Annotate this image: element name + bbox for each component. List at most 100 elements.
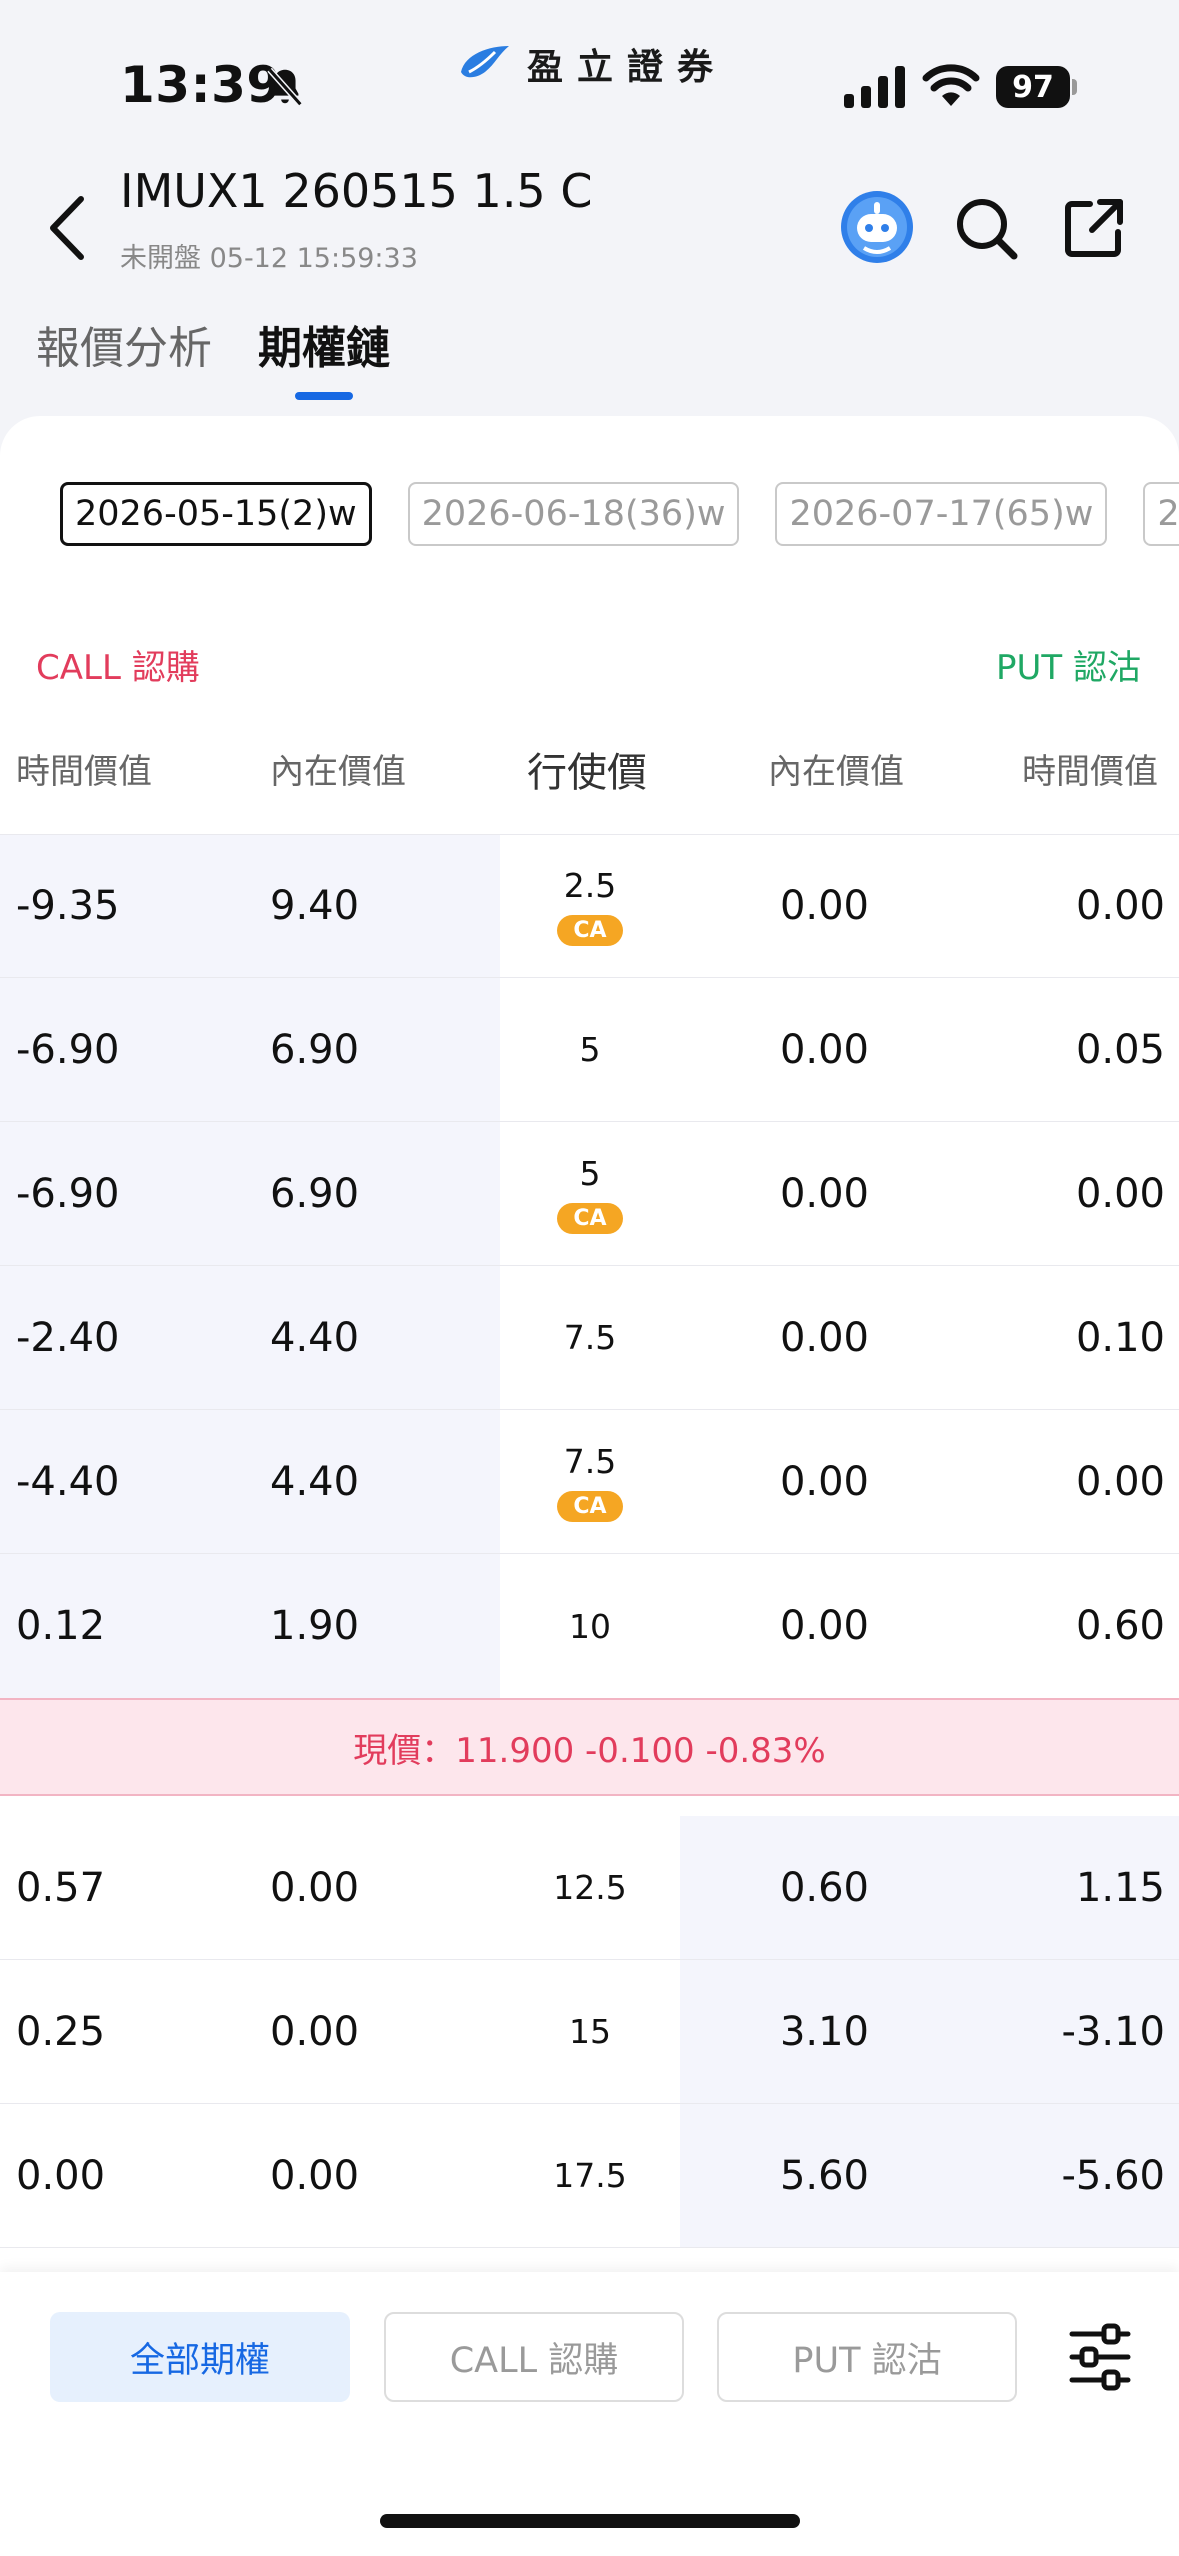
- strike-price: 17.5: [553, 2156, 627, 2195]
- call-intrinsic-value: 0.00: [270, 2008, 360, 2055]
- call-intrinsic-value: 6.90: [270, 1170, 360, 1217]
- chevron-left-icon: [50, 196, 84, 260]
- strike-price: 2.5: [563, 866, 617, 905]
- call-intrinsic-value: 4.40: [270, 1314, 360, 1361]
- table-row[interactable]: 0.57 0.00 12.5 0.60 1.15: [0, 1816, 1179, 1960]
- expiry-chip[interactable]: 2026-05-15(2)w: [60, 482, 372, 546]
- call-time-value: -9.35: [16, 883, 120, 929]
- filter-settings-icon[interactable]: [1068, 2322, 1132, 2392]
- back-button[interactable]: [36, 186, 98, 270]
- call-time-value: -6.90: [16, 1026, 120, 1073]
- tab-quote-analysis[interactable]: 報價分析: [36, 312, 212, 400]
- tab-option-chain[interactable]: 期權鏈: [258, 312, 390, 400]
- strike-price: 15: [569, 2012, 611, 2051]
- table-row[interactable]: -9.35 9.40 2.5 CA 0.00 0.00: [0, 834, 1179, 978]
- ca-badge: CA: [557, 1202, 623, 1234]
- muted-bell-icon: [267, 67, 303, 107]
- table-row[interactable]: 0.12 1.90 10 0.00 0.60: [0, 1554, 1179, 1698]
- strike-cell: 5 CA: [500, 1122, 680, 1265]
- status-bar: 13:39 盈立證券 97: [0, 0, 1179, 150]
- table-row[interactable]: -6.90 6.90 5 0.00 0.05: [0, 978, 1179, 1122]
- brand-name: 盈立證券: [527, 47, 728, 88]
- put-time-value: 0.60: [1075, 1603, 1165, 1649]
- put-time-value: 1.15: [1075, 1864, 1165, 1911]
- strike-cell: 10: [500, 1554, 680, 1698]
- call-time-value: 0.12: [16, 1603, 106, 1649]
- put-time-value: -3.10: [1061, 2008, 1166, 2055]
- call-intrinsic-value: 6.90: [270, 1026, 360, 1073]
- put-intrinsic-value: 5.60: [779, 2152, 869, 2199]
- share-icon[interactable]: [1062, 196, 1126, 260]
- call-side-label: CALL 認購: [36, 648, 200, 688]
- search-icon[interactable]: [952, 194, 1020, 262]
- put-time-value: 0.00: [1075, 1170, 1165, 1217]
- wifi-icon: [922, 64, 980, 106]
- expiry-date-selector: 2026-05-15(2)w 2026-06-18(36)w 2026-07-1…: [60, 482, 1179, 546]
- market-status: 未開盤 05-12 15:59:33: [120, 243, 418, 274]
- page-title: IMUX1 260515 1.5 C: [120, 164, 593, 218]
- option-chain-table: -9.35 9.40 2.5 CA 0.00 0.00 -6.90 6.90 5…: [0, 834, 1179, 2248]
- strike-cell: 17.5: [500, 2104, 680, 2247]
- put-time-value: 0.05: [1075, 1026, 1165, 1073]
- strike-price: 10: [569, 1606, 611, 1646]
- put-side-label: PUT 認沽: [996, 648, 1141, 688]
- battery-icon: 97: [996, 66, 1077, 108]
- col-header-strike: 行使價: [527, 750, 647, 796]
- put-time-value: 0.10: [1075, 1314, 1165, 1361]
- call-time-value: -6.90: [16, 1170, 120, 1217]
- put-intrinsic-value: 3.10: [779, 2008, 869, 2055]
- col-header-call-time-value: 時間價值: [16, 752, 152, 792]
- table-row[interactable]: 0.00 0.00 17.5 5.60 -5.60: [0, 2104, 1179, 2248]
- filter-put-button[interactable]: PUT 認沽: [717, 2312, 1017, 2402]
- put-intrinsic-value: 0.00: [779, 1170, 869, 1217]
- top-tabs: 報價分析 期權鏈: [36, 312, 390, 400]
- battery-level: 97: [996, 66, 1070, 108]
- strike-cell: 15: [500, 1960, 680, 2103]
- call-intrinsic-value: 4.40: [270, 1458, 360, 1505]
- battery-tip: [1072, 79, 1077, 95]
- call-intrinsic-value: 0.00: [270, 1864, 360, 1911]
- put-intrinsic-value: 0.00: [779, 1603, 869, 1649]
- status-time: 13:39: [120, 56, 282, 114]
- put-time-value: 0.00: [1075, 883, 1165, 929]
- call-time-value: 0.57: [16, 1864, 106, 1911]
- filter-call-button[interactable]: CALL 認購: [384, 2312, 684, 2402]
- call-time-value: -4.40: [16, 1458, 120, 1505]
- brand-logo: 盈立證券: [455, 38, 727, 90]
- strike-cell: 5: [500, 978, 680, 1121]
- col-header-call-intrinsic: 內在價值: [270, 752, 406, 792]
- strike-price: 5: [579, 1153, 601, 1193]
- expiry-chip[interactable]: 2026-07-17(65)w: [775, 482, 1108, 546]
- put-intrinsic-value: 0.00: [779, 1314, 869, 1361]
- table-row[interactable]: -4.40 4.40 7.5 CA 0.00 0.00: [0, 1410, 1179, 1554]
- call-intrinsic-value: 9.40: [270, 883, 360, 929]
- home-indicator[interactable]: [380, 2514, 800, 2528]
- strike-cell: 2.5 CA: [500, 835, 680, 977]
- call-intrinsic-value: 1.90: [270, 1603, 360, 1649]
- strike-cell: 7.5: [500, 1266, 680, 1409]
- put-intrinsic-value: 0.00: [779, 1458, 869, 1505]
- put-time-value: 0.00: [1075, 1458, 1165, 1505]
- put-intrinsic-value: 0.00: [779, 1026, 869, 1073]
- call-time-value: -2.40: [16, 1314, 120, 1361]
- col-header-put-intrinsic: 內在價值: [768, 752, 904, 792]
- strike-cell: 12.5: [500, 1816, 680, 1959]
- table-row[interactable]: 0.25 0.00 15 3.10 -3.10: [0, 1960, 1179, 2104]
- current-price-bar: 現價：11.900 -0.100 -0.83%: [0, 1698, 1179, 1796]
- cellular-signal-icon: [844, 66, 905, 108]
- put-time-value: -5.60: [1061, 2152, 1166, 2199]
- put-intrinsic-value: 0.60: [779, 1864, 869, 1911]
- ca-badge: CA: [557, 915, 623, 946]
- expiry-chip[interactable]: 2026-06-18(36)w: [407, 482, 740, 546]
- ca-badge: CA: [557, 1490, 623, 1522]
- table-row[interactable]: -6.90 6.90 5 CA 0.00 0.00: [0, 1122, 1179, 1266]
- col-header-put-time-value: 時間價值: [1022, 752, 1158, 792]
- filter-all-options-button[interactable]: 全部期權: [50, 2312, 350, 2402]
- strike-price: 12.5: [553, 1868, 627, 1907]
- call-time-value: 0.25: [16, 2008, 106, 2055]
- brand-wing-icon: [461, 46, 509, 78]
- ai-assistant-robot-icon[interactable]: [840, 190, 914, 264]
- call-time-value: 0.00: [16, 2152, 106, 2199]
- table-row[interactable]: -2.40 4.40 7.5 0.00 0.10: [0, 1266, 1179, 1410]
- expiry-chip[interactable]: 2: [1143, 482, 1179, 546]
